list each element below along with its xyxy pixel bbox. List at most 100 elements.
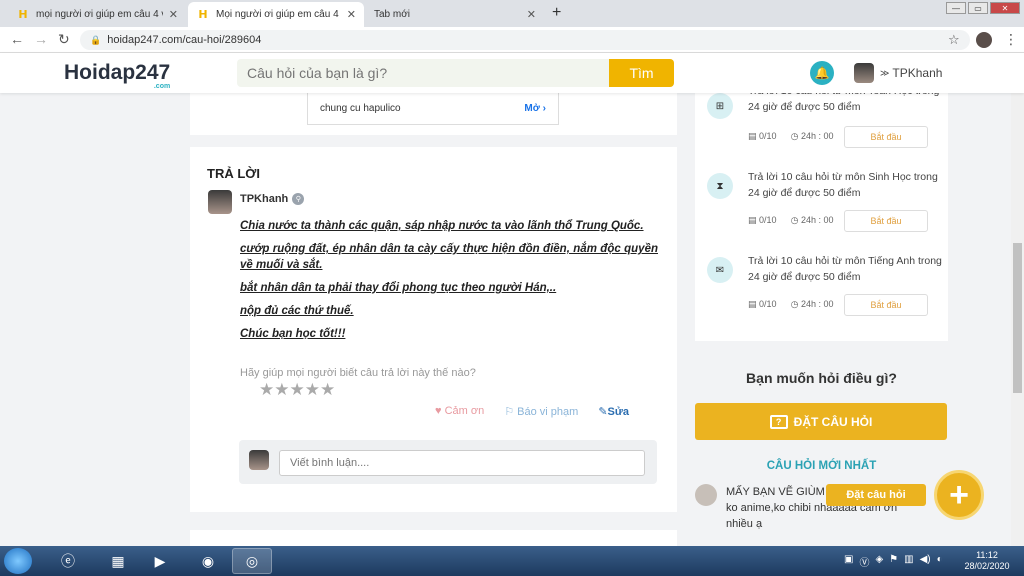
search-button[interactable]: Tìm <box>609 59 674 87</box>
math-subject-icon: ⊞ <box>707 93 733 119</box>
mission-start-button[interactable]: Bắt đầu <box>844 126 928 148</box>
menu-kebab-icon[interactable]: ⋮ <box>1004 31 1018 48</box>
tray-app-icon[interactable]: ▣ <box>844 554 853 569</box>
url-text: hoidap247.com/cau-hoi/289604 <box>107 34 262 46</box>
reload-icon[interactable]: ↻ <box>58 31 70 48</box>
rank-badge-icon: ⚲ <box>292 193 305 205</box>
tab-label: Tab mới <box>374 9 411 20</box>
forward-icon[interactable]: → <box>34 31 48 47</box>
mission-time: ◷ 24h : 00 <box>790 131 834 141</box>
mission-time: ◷ 24h : 00 <box>790 215 834 225</box>
answer-author-name: TPKhanh <box>240 193 289 205</box>
latest-questions-title: CÂU HỎI MỚI NHẤT <box>766 460 877 472</box>
username: TPKhanh <box>892 66 943 80</box>
answer-author-avatar[interactable] <box>208 190 232 214</box>
mission-progress: ▤ 0/10 <box>748 299 777 309</box>
hoidap-favicon-icon: H <box>18 8 28 21</box>
flag-icon: ⚐ <box>504 406 515 418</box>
ask-question-label: ĐẶT CÂU HỎI <box>793 414 873 429</box>
commenter-avatar <box>249 450 269 470</box>
browser-toolbar: ← → ↻ 🔒 hoidap247.com/cau-hoi/289604 ☆ ⋮ <box>0 27 1024 53</box>
site-logo[interactable]: Hoidap247 .com <box>64 61 170 90</box>
close-window-icon[interactable]: ✕ <box>990 2 1020 14</box>
hoidap-favicon-icon: H <box>198 8 208 21</box>
file-explorer-icon[interactable]: ▦ <box>98 548 138 574</box>
window-controls: — ▭ ✕ <box>946 2 1020 14</box>
document-icon: ▤ <box>748 131 757 141</box>
answer-line: Chúc bạn học tốt!!! <box>240 328 346 340</box>
answer-line: nộp đủ các thứ thuế. <box>240 305 354 317</box>
system-clock[interactable]: 11:12 28/02/2020 <box>962 550 1012 572</box>
comment-input[interactable] <box>279 450 645 476</box>
clock-date: 28/02/2020 <box>964 561 1010 571</box>
internet-explorer-icon[interactable]: ⓔ <box>48 548 88 574</box>
search-input[interactable] <box>237 59 609 87</box>
tab-label: mọi người ơi giúp em câu 4 với ạ <box>36 9 163 20</box>
lock-icon: 🔒 <box>90 34 102 45</box>
answer-section-title: TRẢ LỜI <box>207 166 260 181</box>
mission-start-button[interactable]: Bắt đầu <box>844 294 928 316</box>
next-answer-card <box>190 530 677 546</box>
answer-line: Chia nước ta thành các quận, sáp nhập nư… <box>240 220 644 232</box>
rating-stars[interactable]: ★★★★★ <box>259 380 335 400</box>
mission-text: Trả lời 10 câu hỏi từ môn Sinh Học trong… <box>748 171 938 199</box>
page-scrollbar[interactable] <box>1011 93 1024 546</box>
os-taskbar: ⓔ ▦ ▶ ◉ ◎ ▣ Ⓥ ◈ ⚑ ▥ ◀) ◐ 11:12 28/02/202… <box>0 546 1024 576</box>
answer-author[interactable]: TPKhanh ⚲ <box>240 193 305 205</box>
bookmark-star-icon[interactable]: ☆ <box>948 32 960 48</box>
mission-meta: ▤ 0/10 ◷ 24h : 00 <box>748 299 833 310</box>
chevron-down-icon: ≫ <box>880 67 890 78</box>
heart-icon: ♥ <box>435 405 442 417</box>
report-button[interactable]: ⚐ Báo vi phạm <box>504 405 578 418</box>
windows-start-icon[interactable] <box>4 548 32 574</box>
maximize-icon[interactable]: ▭ <box>968 2 988 14</box>
user-menu[interactable]: ≫ TPKhanh <box>854 63 942 83</box>
coccoc-browser-icon[interactable]: ◉ <box>188 548 228 574</box>
tab-label: Mọi người ơi giúp em câu 4 với ạ <box>216 9 341 20</box>
missions-panel: ⊞ Trả lời 10 câu hỏi từ môn Toán Học tro… <box>695 85 948 341</box>
ask-question-button[interactable]: ? ĐẶT CÂU HỎI <box>695 403 947 440</box>
logo-sub: .com <box>153 83 171 90</box>
english-subject-icon: ✉ <box>707 257 733 283</box>
scrollbar-thumb[interactable] <box>1013 243 1022 393</box>
clock-icon: ◷ <box>790 131 799 141</box>
flag-tray-icon[interactable]: ⚑ <box>889 554 898 569</box>
browser-tab-2[interactable]: H Mọi người ơi giúp em câu 4 với ạ ✕ <box>188 2 364 27</box>
search-bar: Tìm <box>237 59 674 87</box>
browser-tab-3[interactable]: Tab mới ✕ <box>366 2 544 27</box>
ad-banner[interactable]: chung cu hapulico Mở › <box>307 93 559 125</box>
chrome-icon[interactable]: ◎ <box>232 548 272 574</box>
volume-icon[interactable]: ◀) <box>920 554 931 569</box>
document-icon: ▤ <box>748 215 757 225</box>
network-icon[interactable]: ▥ <box>904 554 913 569</box>
new-tab-icon[interactable]: + <box>552 4 561 22</box>
question-card-bottom: chung cu hapulico Mở › <box>190 93 677 135</box>
edit-button[interactable]: ✎Sửa <box>598 405 629 418</box>
minimize-icon[interactable]: — <box>946 2 966 14</box>
fab-label[interactable]: Đặt câu hỏi <box>826 484 926 506</box>
antivirus-icon[interactable]: Ⓥ <box>859 554 869 569</box>
clock-icon: ◷ <box>790 299 799 309</box>
tray-shield-icon[interactable]: ◈ <box>875 554 883 569</box>
tab-close-icon[interactable]: ✕ <box>347 8 356 21</box>
site-header: Hoidap247 .com Tìm 🔔 ≫ TPKhanh <box>0 53 1024 93</box>
tab-close-icon[interactable]: ✕ <box>169 8 178 21</box>
back-icon[interactable]: ← <box>10 31 24 47</box>
media-player-icon[interactable]: ▶ <box>140 548 180 574</box>
answer-body: Chia nước ta thành các quận, sáp nhập nư… <box>240 218 658 349</box>
address-bar[interactable]: 🔒 hoidap247.com/cau-hoi/289604 <box>80 30 970 50</box>
notification-bell-icon[interactable]: 🔔 <box>810 61 834 85</box>
mission-start-button[interactable]: Bắt đầu <box>844 210 928 232</box>
floating-ask-button[interactable]: + <box>934 470 984 520</box>
biology-subject-icon: ⧗ <box>707 173 733 199</box>
chevron-right-icon: › <box>542 103 546 114</box>
browser-tab-1[interactable]: H mọi người ơi giúp em câu 4 với ạ ✕ <box>8 2 186 27</box>
ad-text: chung cu hapulico <box>320 103 401 114</box>
language-icon[interactable]: ◐ <box>937 554 943 569</box>
tab-close-icon[interactable]: ✕ <box>527 8 536 21</box>
mission-progress: ▤ 0/10 <box>748 131 777 141</box>
ask-question-icon: ? <box>769 414 788 429</box>
ad-open-link[interactable]: Mở › <box>524 103 546 114</box>
profile-avatar[interactable] <box>976 32 992 48</box>
thanks-button[interactable]: ♥ Cảm ơn <box>435 405 484 418</box>
